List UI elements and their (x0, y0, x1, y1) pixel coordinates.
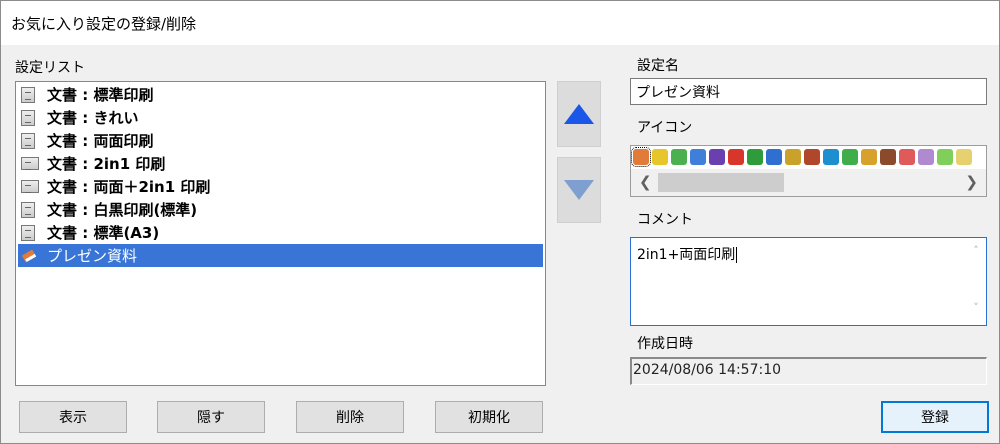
list-item[interactable]: 文書 : 2in1 印刷 (18, 152, 543, 175)
list-item[interactable]: 文書 : 両面＋2in1 印刷 (18, 175, 543, 198)
list-item-label: 文書 : 白黒印刷(標準) (47, 201, 198, 219)
document-icon (21, 201, 35, 218)
icon-option-7[interactable] (747, 149, 763, 165)
icon-option-1[interactable] (631, 147, 651, 167)
favorites-dialog: お気に入り設定の登録/削除 設定リスト 文書 : 標準印刷 文書 : きれい 文… (0, 0, 1000, 444)
show-button[interactable]: 表示 (19, 401, 127, 433)
icon-option-6[interactable] (728, 149, 744, 165)
list-item-label: プレゼン資料 (47, 247, 138, 265)
delete-button[interactable]: 削除 (296, 401, 404, 433)
two-in-one-icon (21, 157, 39, 170)
comment-textarea[interactable]: 2in1+両面印刷 ˄ ˅ (630, 237, 987, 326)
list-item[interactable]: 文書 : 標準印刷 (18, 83, 543, 106)
list-item-label: 文書 : 標準印刷 (47, 86, 154, 104)
window-title: お気に入り設定の登録/削除 (1, 1, 999, 45)
icon-option-8[interactable] (766, 149, 782, 165)
icon-picker-row[interactable] (631, 147, 972, 167)
scroll-down-icon[interactable]: ˅ (966, 301, 986, 314)
reset-button[interactable]: 初期化 (435, 401, 543, 433)
icon-option-3[interactable] (671, 149, 687, 165)
list-item[interactable]: 文書 : 標準(A3) (18, 221, 543, 244)
list-item-label: 文書 : 標準(A3) (47, 224, 160, 242)
icon-option-10[interactable] (804, 149, 820, 165)
document-icon (21, 224, 35, 241)
document-icon (21, 86, 35, 103)
move-up-button[interactable] (557, 81, 601, 147)
arrow-down-icon (564, 180, 594, 200)
list-item-selected[interactable]: プレゼン資料 (18, 244, 543, 267)
scroll-left-icon[interactable]: ❮ (639, 173, 652, 191)
book-icon (22, 249, 37, 262)
scroll-up-icon[interactable]: ˄ (966, 244, 986, 257)
list-item-label: 文書 : 2in1 印刷 (47, 155, 166, 173)
icon-option-4[interactable] (690, 149, 706, 165)
comment-text: 2in1+両面印刷 (637, 247, 736, 263)
list-item[interactable]: 文書 : 白黒印刷(標準) (18, 198, 543, 221)
settings-list[interactable]: 文書 : 標準印刷 文書 : きれい 文書 : 両面印刷 文書 : 2in1 印… (15, 81, 546, 386)
icon-picker[interactable]: ❮ ❯ (630, 145, 987, 197)
register-button[interactable]: 登録 (881, 401, 989, 433)
duplex-document-icon (21, 132, 35, 149)
created-label: 作成日時 (637, 336, 693, 352)
list-item[interactable]: 文書 : きれい (18, 106, 543, 129)
icon-picker-label: アイコン (637, 120, 693, 136)
created-datetime: 2024/08/06 14:57:10 (630, 357, 987, 385)
list-item-label: 文書 : きれい (47, 109, 139, 127)
icon-option-12[interactable] (842, 149, 858, 165)
duplex-two-in-one-icon (21, 180, 39, 193)
icon-option-15[interactable] (899, 149, 915, 165)
icon-option-5[interactable] (709, 149, 725, 165)
move-down-button[interactable] (557, 157, 601, 223)
icon-option-2[interactable] (652, 149, 668, 165)
arrow-up-icon (564, 104, 594, 124)
icon-option-13[interactable] (861, 149, 877, 165)
list-item-label: 文書 : 両面＋2in1 印刷 (47, 178, 211, 196)
document-icon (21, 109, 35, 126)
list-item-label: 文書 : 両面印刷 (47, 132, 154, 150)
icon-option-16[interactable] (918, 149, 934, 165)
text-caret (736, 247, 738, 263)
list-item[interactable]: 文書 : 両面印刷 (18, 129, 543, 152)
icon-picker-scrollbar[interactable]: ❮ ❯ (631, 169, 986, 196)
setting-name-field[interactable]: プレゼン資料 (630, 78, 987, 105)
scroll-right-icon[interactable]: ❯ (965, 173, 978, 191)
comment-scrollbar[interactable]: ˄ ˅ (966, 238, 986, 325)
settings-list-label: 設定リスト (15, 60, 85, 76)
icon-option-17[interactable] (937, 149, 953, 165)
scrollbar-thumb[interactable] (658, 173, 784, 192)
setting-name-label: 設定名 (637, 58, 679, 74)
icon-option-9[interactable] (785, 149, 801, 165)
hide-button[interactable]: 隠す (157, 401, 265, 433)
comment-label: コメント (637, 212, 693, 228)
icon-option-11[interactable] (823, 149, 839, 165)
icon-option-14[interactable] (880, 149, 896, 165)
icon-option-18[interactable] (956, 149, 972, 165)
